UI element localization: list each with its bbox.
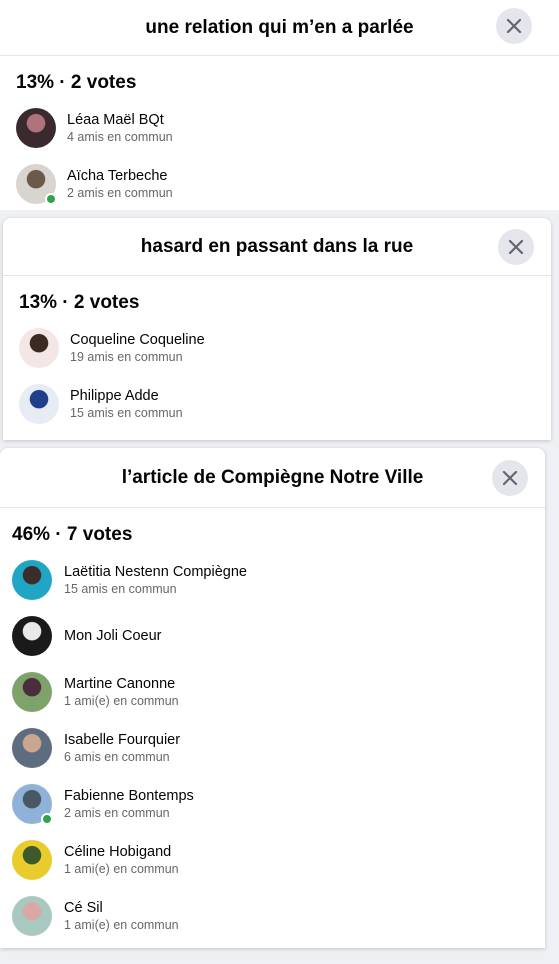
close-button[interactable] <box>492 460 528 496</box>
panel-title: une relation qui m’en a parlée <box>145 16 414 38</box>
avatar[interactable] <box>16 164 57 205</box>
mutual-friends-count: 1 ami(e) en commun <box>64 862 179 876</box>
panel-title: l’article de Compiègne Notre Ville <box>121 466 424 488</box>
panel-header: l’article de Compiègne Notre Ville <box>0 448 545 508</box>
avatar[interactable] <box>19 328 59 368</box>
avatar[interactable] <box>12 896 52 936</box>
voter-name[interactable]: Mon Joli Coeur <box>64 627 162 645</box>
voter-row[interactable]: Cé Sil 1 ami(e) en commun <box>0 888 545 944</box>
voter-name[interactable]: Fabienne Bontemps <box>64 787 194 805</box>
vote-summary: 46% · 7 votes <box>12 524 133 545</box>
voter-row[interactable]: Léaa Maël BQt 4 amis en commun <box>0 100 559 156</box>
mutual-friends-count: 2 amis en commun <box>64 806 170 820</box>
voter-name[interactable]: Coqueline Coqueline <box>70 331 205 349</box>
close-icon <box>506 18 522 34</box>
panel-title: hasard en passant dans la rue <box>140 235 414 257</box>
online-status-dot <box>41 813 53 825</box>
avatar[interactable] <box>12 672 52 712</box>
mutual-friends-count: 1 ami(e) en commun <box>64 694 179 708</box>
mutual-friends-count: 2 amis en commun <box>67 186 173 200</box>
close-button[interactable] <box>498 229 534 265</box>
voter-info: Philippe Adde 15 amis en commun <box>70 387 183 421</box>
vote-summary: 13% · 2 votes <box>19 292 140 313</box>
close-button[interactable] <box>496 8 532 44</box>
voter-name[interactable]: Léaa Maël BQt <box>67 111 173 129</box>
voter-row[interactable]: Isabelle Fourquier 6 amis en commun <box>0 720 545 776</box>
mutual-friends-count: 19 amis en commun <box>70 350 183 364</box>
avatar[interactable] <box>12 728 52 768</box>
voter-row[interactable]: Philippe Adde 15 amis en commun <box>3 376 551 432</box>
avatar[interactable] <box>12 560 52 600</box>
voter-info: Fabienne Bontemps 2 amis en commun <box>64 787 194 821</box>
voter-name[interactable]: Martine Canonne <box>64 675 179 693</box>
mutual-friends-count: 4 amis en commun <box>67 130 173 144</box>
close-icon <box>508 239 524 255</box>
voter-info: Coqueline Coqueline 19 amis en commun <box>70 331 205 365</box>
mutual-friends-count: 15 amis en commun <box>70 406 183 420</box>
voter-row[interactable]: Céline Hobigand 1 ami(e) en commun <box>0 832 545 888</box>
avatar[interactable] <box>19 384 59 424</box>
voter-row[interactable]: Laëtitia Nestenn Compiègne 15 amis en com… <box>0 552 545 608</box>
voter-name[interactable]: Cé Sil <box>64 899 179 917</box>
avatar[interactable] <box>12 840 52 880</box>
avatar[interactable] <box>16 108 56 148</box>
voter-name[interactable]: Laëtitia Nestenn Compiègne <box>64 563 247 581</box>
poll-option-panel-1: une relation qui m’en a parlée 13% · 2 v… <box>0 0 559 210</box>
voter-info: Mon Joli Coeur <box>64 627 162 645</box>
voter-list: Laëtitia Nestenn Compiègne 15 amis en com… <box>0 552 545 944</box>
mutual-friends-count: 1 ami(e) en commun <box>64 918 179 932</box>
voter-info: Isabelle Fourquier 6 amis en commun <box>64 731 180 765</box>
vote-summary: 13% · 2 votes <box>16 72 137 93</box>
voter-name[interactable]: Isabelle Fourquier <box>64 731 180 749</box>
close-icon <box>502 470 518 486</box>
voter-info: Céline Hobigand 1 ami(e) en commun <box>64 843 179 877</box>
avatar[interactable] <box>12 616 52 656</box>
voter-row[interactable]: Coqueline Coqueline 19 amis en commun <box>3 320 551 376</box>
panel-header: hasard en passant dans la rue <box>3 218 551 276</box>
poll-option-panel-2: hasard en passant dans la rue 13% · 2 vo… <box>3 218 551 440</box>
voter-row[interactable]: Aïcha Terbeche 2 amis en commun <box>0 156 559 210</box>
voter-name[interactable]: Aïcha Terbeche <box>67 167 173 185</box>
panel-header: une relation qui m’en a parlée <box>0 0 559 56</box>
mutual-friends-count: 6 amis en commun <box>64 750 170 764</box>
voter-info: Laëtitia Nestenn Compiègne 15 amis en com… <box>64 563 247 597</box>
voter-info: Cé Sil 1 ami(e) en commun <box>64 899 179 933</box>
voter-row[interactable]: Martine Canonne 1 ami(e) en commun <box>0 664 545 720</box>
voter-list: Coqueline Coqueline 19 amis en commun Phil… <box>3 320 551 432</box>
voter-list: Léaa Maël BQt 4 amis en commun Aïcha Terbe… <box>0 100 559 210</box>
voter-row[interactable]: Fabienne Bontemps 2 amis en commun <box>0 776 545 832</box>
voter-info: Martine Canonne 1 ami(e) en commun <box>64 675 179 709</box>
voter-info: Aïcha Terbeche 2 amis en commun <box>67 167 173 201</box>
avatar[interactable] <box>12 784 53 825</box>
online-status-dot <box>45 193 57 205</box>
voter-name[interactable]: Céline Hobigand <box>64 843 179 861</box>
voter-info: Léaa Maël BQt 4 amis en commun <box>67 111 173 145</box>
voter-name[interactable]: Philippe Adde <box>70 387 183 405</box>
voter-row[interactable]: Mon Joli Coeur <box>0 608 545 664</box>
poll-option-panel-3: l’article de Compiègne Notre Ville 46% ·… <box>0 448 545 948</box>
mutual-friends-count: 15 amis en commun <box>64 582 177 596</box>
